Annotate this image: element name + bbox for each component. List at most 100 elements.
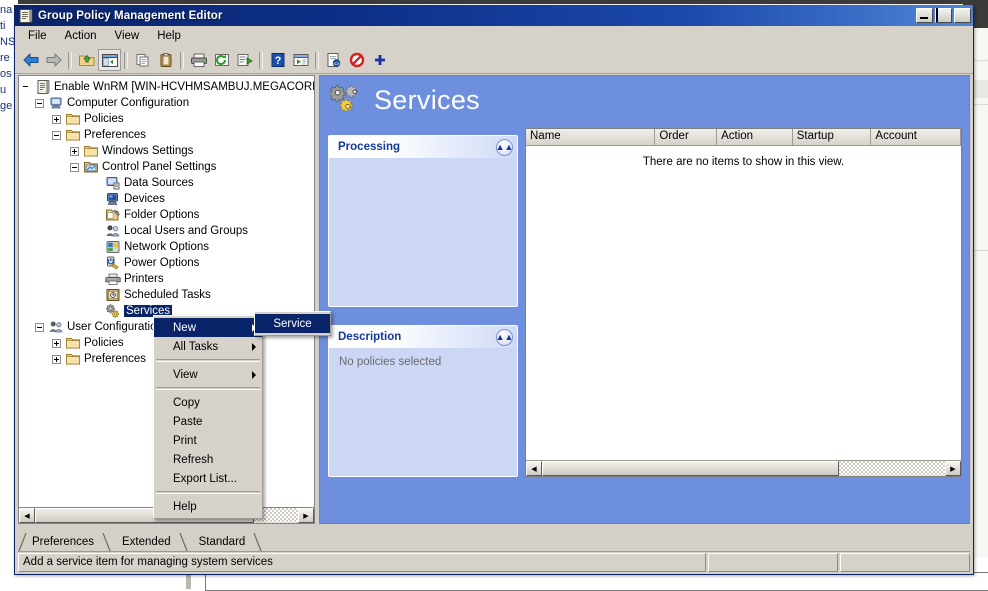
new-submenu: Service [254, 311, 331, 336]
tree-node-printers[interactable]: Printers [22, 271, 314, 287]
context-menu-new[interactable]: New [154, 318, 262, 337]
expander-plus[interactable] [70, 147, 79, 156]
expander-plus[interactable] [52, 115, 61, 124]
separator-4 [259, 52, 263, 69]
submenu-item-service[interactable]: Service [255, 314, 330, 333]
description-panel-title: Description [338, 331, 496, 343]
tree-node-label: Power Options [124, 257, 199, 269]
services-icon [105, 303, 121, 319]
add-plus-icon[interactable] [368, 49, 391, 71]
separator-5 [315, 52, 319, 69]
context-menu-print[interactable]: Print [154, 431, 262, 450]
folder-icon [83, 143, 99, 159]
context-menu-label: Refresh [173, 454, 213, 466]
tree-node-scheduled-tasks[interactable]: Scheduled Tasks [22, 287, 314, 303]
menu-view[interactable]: View [106, 28, 149, 44]
expander-plus[interactable] [52, 355, 61, 364]
column-header-startup[interactable]: Startup [793, 129, 872, 146]
column-header-account[interactable]: Account [871, 129, 961, 146]
expander-minus[interactable] [35, 323, 44, 332]
tree-node-label: Data Sources [124, 177, 194, 189]
export-list-icon[interactable] [233, 49, 256, 71]
show-hide-tree-icon[interactable] [98, 49, 121, 71]
context-menu-copy[interactable]: Copy [154, 393, 262, 412]
minimize-button[interactable] [916, 8, 933, 23]
list-view-horizontal-scrollbar[interactable]: ◀ ▶ [526, 460, 961, 476]
context-menu-label: Copy [173, 397, 200, 409]
console-document-icon [18, 8, 34, 24]
expander-plus[interactable] [52, 339, 61, 348]
tree-node-folder-options[interactable]: Folder Options [22, 207, 314, 223]
tree-node-label: Devices [124, 193, 165, 205]
description-panel-header: Description ▲▲ [329, 326, 517, 348]
scroll-thumb[interactable] [542, 461, 839, 476]
tree-node-label: Computer Configuration [67, 97, 189, 109]
tree-node-local-users-and-groups[interactable]: Local Users and Groups [22, 223, 314, 239]
context-menu-separator-3 [156, 491, 260, 494]
tree-node-computer-policies[interactable]: Policies [22, 111, 314, 127]
context-menu-export-list[interactable]: Export List... [154, 469, 262, 488]
tab-extended[interactable]: Extended [110, 533, 181, 551]
data-sources-icon [105, 175, 121, 191]
context-menu-all-tasks[interactable]: All Tasks [154, 337, 262, 356]
context-menu-label: View [173, 369, 198, 381]
paste-icon[interactable] [154, 49, 177, 71]
forward-icon[interactable] [42, 49, 65, 71]
tab-standard[interactable]: Standard [187, 533, 256, 551]
expander-minus[interactable] [70, 163, 79, 172]
menu-file[interactable]: File [19, 28, 56, 44]
tree-node-power-options[interactable]: Power Options [22, 255, 314, 271]
scroll-left-button[interactable]: ◀ [526, 461, 542, 476]
services-large-icon [330, 84, 364, 116]
column-header-action[interactable]: Action [717, 129, 793, 146]
menu-help[interactable]: Help [148, 28, 190, 44]
tree-node-computer-configuration[interactable]: Computer Configuration [22, 95, 314, 111]
chevron-up-icon[interactable]: ▲▲ [496, 329, 513, 346]
copy-icon[interactable] [131, 49, 154, 71]
context-menu-view[interactable]: View [154, 365, 262, 384]
up-folder-icon[interactable] [75, 49, 98, 71]
back-icon[interactable] [19, 49, 42, 71]
scroll-right-button[interactable]: ▶ [298, 508, 314, 523]
help-icon[interactable]: ? [266, 49, 289, 71]
scroll-left-button[interactable]: ◀ [19, 508, 35, 523]
tree-node-computer-preferences[interactable]: Preferences [22, 127, 314, 143]
tree-node-data-sources[interactable]: Data Sources [22, 175, 314, 191]
tree-node-network-options[interactable]: Network Options [22, 239, 314, 255]
expander-minus[interactable] [35, 99, 44, 108]
tab-preferences[interactable]: Preferences [20, 533, 104, 551]
column-header-order[interactable]: Order [655, 129, 717, 146]
status-bar: Add a service item for managing system s… [18, 553, 970, 572]
services-context-menu: New All Tasks View Copy Paste Print Refr… [153, 315, 263, 519]
svg-text:<>: <> [333, 61, 339, 67]
scroll-right-button[interactable]: ▶ [945, 461, 961, 476]
context-menu-refresh[interactable]: Refresh [154, 450, 262, 469]
tab-label: Standard [199, 536, 246, 548]
context-menu-paste[interactable]: Paste [154, 412, 262, 431]
folder-icon [65, 335, 81, 351]
chevron-up-icon[interactable]: ▲▲ [496, 139, 513, 156]
list-view-empty-message: There are no items to show in this view. [526, 146, 961, 168]
properties-window-icon[interactable] [289, 49, 312, 71]
tree-node-label: Enable WnRM [WIN-HCVHMSAMBUJ.MEGACORP.LO… [54, 81, 315, 93]
tree-node-label: Policies [84, 337, 124, 349]
print-icon[interactable] [187, 49, 210, 71]
refresh-icon[interactable] [210, 49, 233, 71]
close-button[interactable] [954, 8, 971, 23]
tree-node-windows-settings[interactable]: Windows Settings [22, 143, 314, 159]
column-header-name[interactable]: Name [526, 129, 655, 146]
tree-node-control-panel-settings[interactable]: Control Panel Settings [22, 159, 314, 175]
status-bar-message: Add a service item for managing system s… [18, 553, 706, 572]
computer-icon [48, 95, 64, 111]
block-icon[interactable] [345, 49, 368, 71]
submenu-item-label: Service [273, 318, 311, 330]
scroll-track[interactable] [839, 461, 945, 476]
maximize-button[interactable] [935, 8, 952, 23]
menu-action[interactable]: Action [56, 28, 106, 44]
expander-minus[interactable] [52, 131, 61, 140]
context-menu-help[interactable]: Help [154, 497, 262, 516]
tree-node-gpo-root[interactable]: Enable WnRM [WIN-HCVHMSAMBUJ.MEGACORP.LO… [22, 79, 314, 95]
tree-node-devices[interactable]: Devices [22, 191, 314, 207]
processing-panel-body [329, 158, 517, 174]
new-policy-icon[interactable]: <> [322, 49, 345, 71]
